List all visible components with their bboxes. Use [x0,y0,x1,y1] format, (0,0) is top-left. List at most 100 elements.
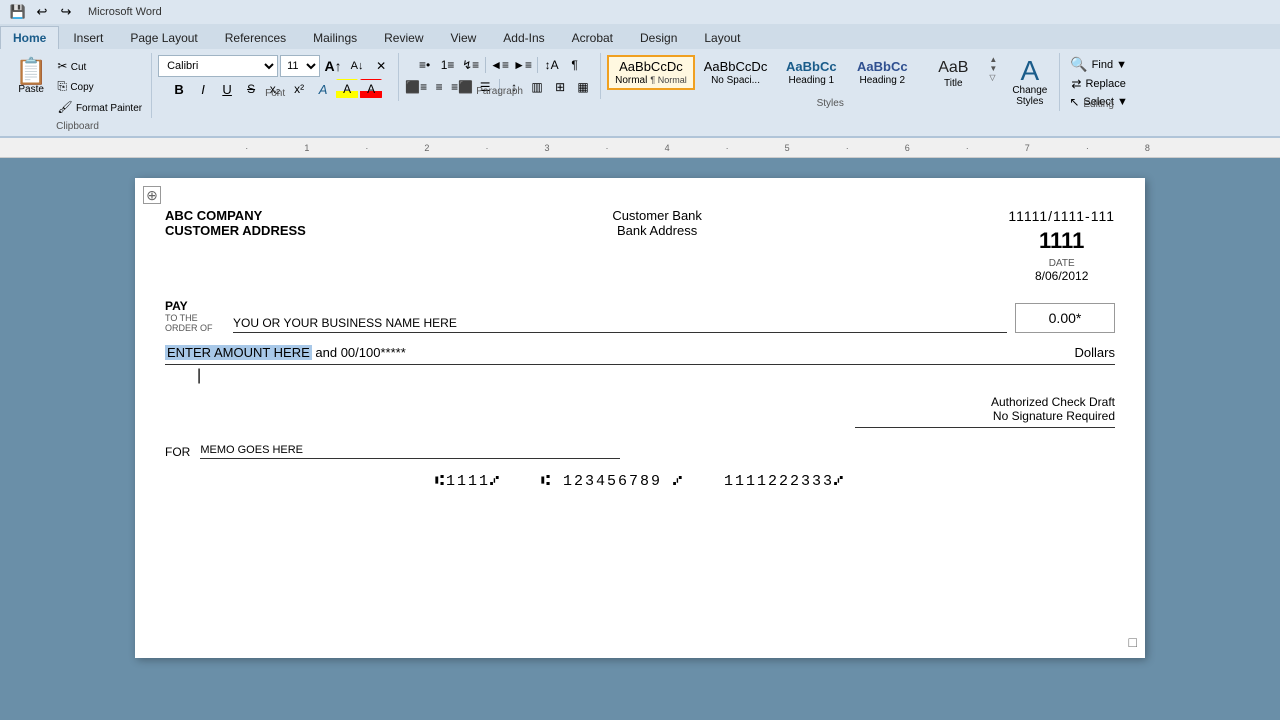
columns-button[interactable]: ▦ [572,77,594,97]
tab-acrobat[interactable]: Acrobat [559,26,626,49]
authorized-line1: Authorized Check Draft [991,395,1115,409]
for-label: FOR [165,445,190,459]
font-color-button[interactable]: A [360,79,382,99]
tab-add-ins[interactable]: Add-Ins [490,26,557,49]
signature-area: Authorized Check Draft No Signature Requ… [165,395,1115,428]
memo-line: MEMO GOES HERE [200,444,620,459]
bank-address: Bank Address [612,223,702,238]
font-group: Calibri 11 A↑ A↓ ✕ B I U S x₂ x² A A A F… [152,53,399,101]
styles-group: AaBbCcDc Normal ¶ Normal AaBbCcDc No Spa… [601,53,1060,111]
tab-review[interactable]: Review [371,26,436,49]
company-address: CUSTOMER ADDRESS [165,223,306,238]
check-number-area: 11111/1111-111 1111 DATE 8/06/2012 [1008,208,1115,283]
replace-button[interactable]: ⇄ Replace [1068,76,1128,92]
tab-references[interactable]: References [212,26,299,49]
authorized-line2: No Signature Required [993,409,1115,423]
bank-info: Customer Bank Bank Address [612,208,702,238]
check-header: ABC COMPANY CUSTOMER ADDRESS Customer Ba… [165,208,1115,283]
format-painter-button[interactable]: 🖌 Format Painter [54,98,145,116]
styles-scroll-up[interactable]: ▲ ▼ ▽ [989,55,1005,82]
paste-button[interactable]: 📋 Paste [10,55,52,98]
amount-box: 0.00* [1015,303,1115,333]
redo-button[interactable]: ↪ [56,2,76,22]
text-effects-button[interactable]: A [312,79,334,99]
show-marks-button[interactable]: ¶ [564,55,586,75]
amount-words-text: ENTER AMOUNT HERE and 00/100***** [165,345,1065,360]
bank-name: Customer Bank [612,208,702,223]
signature-line [855,427,1115,428]
tab-home[interactable]: Home [0,26,59,49]
quick-access-toolbar: 💾 ↩ ↪ Microsoft Word [0,0,1280,24]
date-label: DATE [1035,258,1088,269]
micr-check-number: ⑆1111⑇ [435,473,501,490]
check-company-info: ABC COMPANY CUSTOMER ADDRESS [165,208,306,238]
date-value: 8/06/2012 [1035,269,1088,283]
style-title[interactable]: AaB Title [918,55,988,93]
amount-words-rest: and 00/100***** [312,345,406,360]
increase-indent-button[interactable]: ►≡ [512,55,534,75]
tab-design[interactable]: Design [627,26,690,49]
multilevel-button[interactable]: ↯≡ [460,55,482,75]
paragraph-group-label: Paragraph [476,86,523,97]
style-normal[interactable]: AaBbCcDc Normal ¶ Normal [607,55,695,90]
numbering-button[interactable]: 1≡ [437,55,459,75]
micr-routing: ⑆ 123456789 ⑇ [541,473,684,490]
pay-order-label: TO THE ORDER OF [165,313,225,333]
clipboard-group: 📋 Paste ✂ Cut ⎘ Copy 🖌 Format Painter Cl… [4,53,152,118]
find-button[interactable]: 🔍 Find ▼ [1067,55,1130,74]
cut-button[interactable]: ✂ Cut [54,57,145,75]
tab-layout[interactable]: Layout [691,26,753,49]
editing-group: 🔍 Find ▼ ⇄ Replace ↖ Select ▼ Editing [1060,53,1137,112]
bullets-button[interactable]: ≡• [414,55,436,75]
paragraph-group: ≡• 1≡ ↯≡ ◄≡ ►≡ ↕A ¶ ⬛≡ ≡ ≡⬛ ☰ ↕ ▥ ⊞ ▦ Pa… [399,53,601,99]
tab-view[interactable]: View [438,26,490,49]
move-handle[interactable]: ⊕ [143,186,161,204]
amount-selected-text: ENTER AMOUNT HERE [165,345,312,360]
date-area: DATE 8/06/2012 [1035,258,1088,283]
save-button[interactable]: 💾 [8,2,28,22]
decrease-indent-button[interactable]: ◄≡ [489,55,511,75]
font-size-select[interactable]: 11 [280,55,320,77]
cursor-area: | [165,365,1115,379]
shading-button[interactable]: ▥ [526,77,548,97]
company-name: ABC COMPANY [165,208,306,223]
align-right-button[interactable]: ≡⬛ [451,77,473,97]
align-center-button[interactable]: ≡ [428,77,450,97]
font-name-select[interactable]: Calibri [158,55,278,77]
style-heading2[interactable]: AaBbCc Heading 2 [847,55,917,90]
micr-line: ⑆1111⑇ ⑆ 123456789 ⑇ 1111222333⑇ [165,473,1115,490]
style-no-spacing[interactable]: AaBbCcDc No Spaci... [696,55,776,90]
copy-button[interactable]: ⎘ Copy [54,77,145,96]
underline-button[interactable]: U [216,79,238,99]
routing-number: 11111/1111-111 [1008,208,1115,224]
document-area: ⊕ ABC COMPANY CUSTOMER ADDRESS Customer … [0,158,1280,678]
tab-insert[interactable]: Insert [60,26,116,49]
editing-group-label: Editing [1083,99,1114,110]
check-number: 1111 [1039,228,1084,254]
check-document: ⊕ ABC COMPANY CUSTOMER ADDRESS Customer … [135,178,1145,658]
font-group-label: Font [265,88,285,99]
dollars-label: Dollars [1075,345,1115,360]
pay-word: PAY [165,299,225,313]
tab-mailings[interactable]: Mailings [300,26,370,49]
change-styles-button[interactable]: A Change Styles [1006,55,1053,109]
bold-button[interactable]: B [168,79,190,99]
italic-button[interactable]: I [192,79,214,99]
sort-button[interactable]: ↕A [541,55,563,75]
tab-page-layout[interactable]: Page Layout [117,26,210,49]
cursor: | [197,367,201,385]
highlight-button[interactable]: A [336,79,358,99]
font-grow-button[interactable]: A↑ [322,56,344,76]
ribbon-tabs: Home Insert Page Layout References Maili… [0,24,1280,49]
amount-words-line: ENTER AMOUNT HERE and 00/100***** Dollar… [165,345,1115,365]
align-left-button[interactable]: ⬛≡ [405,77,427,97]
ruler: ·1·2· 3·4·5 ·6·7·8 [0,138,1280,158]
style-heading1[interactable]: AaBbCc Heading 1 [776,55,846,90]
undo-button[interactable]: ↩ [32,2,52,22]
clear-formatting-button[interactable]: ✕ [370,56,392,76]
strikethrough-button[interactable]: S [240,79,262,99]
superscript-button[interactable]: x² [288,79,310,99]
memo-section: FOR MEMO GOES HERE [165,444,1115,459]
font-shrink-button[interactable]: A↓ [346,56,368,76]
borders-button[interactable]: ⊞ [549,77,571,97]
